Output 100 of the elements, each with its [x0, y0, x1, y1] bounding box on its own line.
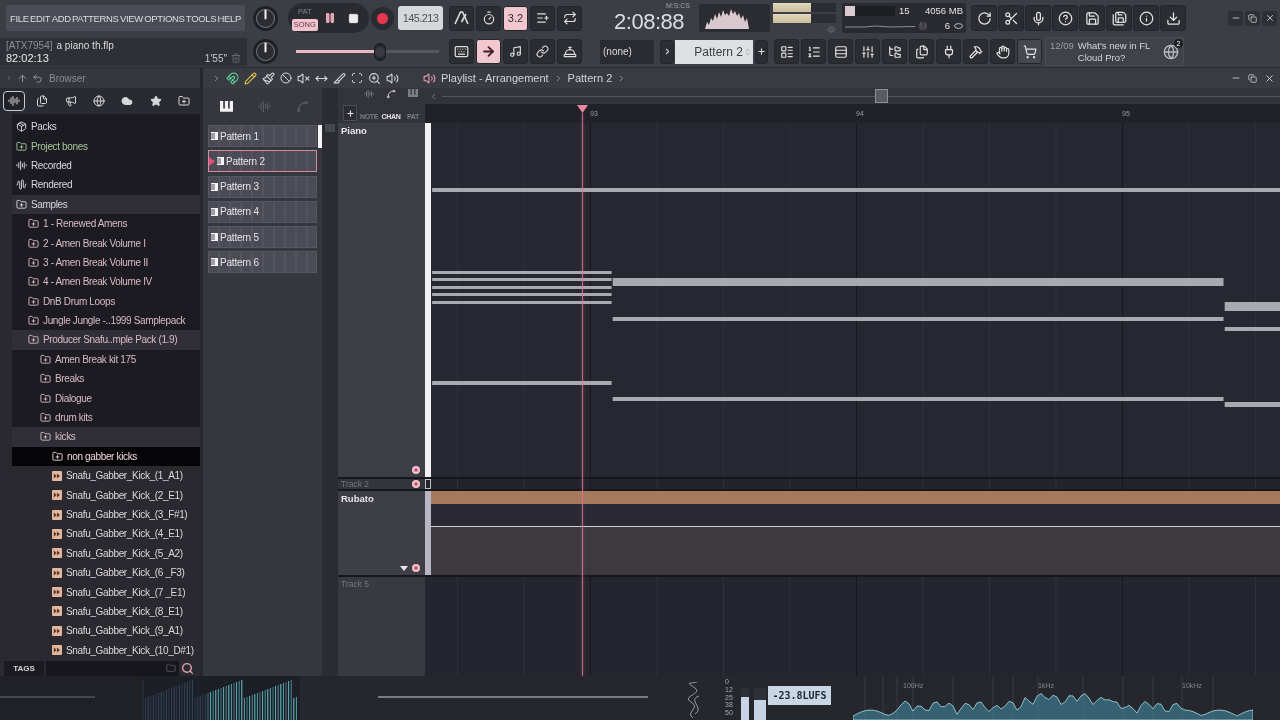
menu-item[interactable]: OPTIONS	[144, 12, 185, 24]
slider-thumb[interactable]	[374, 42, 387, 61]
search-button[interactable]	[181, 661, 194, 675]
pattern-item[interactable]: Pattern 6	[208, 251, 318, 274]
scan-icon[interactable]	[351, 72, 363, 84]
browser-item[interactable]: Recorded	[12, 155, 200, 176]
pattern-item[interactable]: Pattern 1	[208, 125, 318, 147]
tags-button[interactable]: TAGS	[4, 660, 44, 676]
mute-icon[interactable]	[297, 71, 310, 85]
piano-roll-button[interactable]	[801, 39, 826, 64]
add-pattern-button[interactable]	[755, 39, 768, 64]
browser-button[interactable]	[882, 39, 907, 64]
menu-item[interactable]: TOOLS	[185, 12, 217, 24]
arrow-up-icon[interactable]	[17, 72, 28, 84]
countdown-button[interactable]: 3.2	[503, 5, 528, 31]
loop-button[interactable]	[557, 5, 582, 31]
browser-item[interactable]: Packs	[12, 117, 200, 137]
keyboard-button[interactable]	[449, 39, 474, 64]
project-files-button[interactable]	[909, 39, 934, 64]
menu-item[interactable]: FILE	[10, 12, 29, 24]
caret-right-icon[interactable]	[212, 73, 221, 83]
menu-item[interactable]: HELP	[217, 12, 241, 24]
mixer-button[interactable]	[855, 39, 880, 64]
scroll-thumb[interactable]	[318, 125, 322, 148]
refresh-button[interactable]	[971, 5, 997, 31]
speaker-icon[interactable]	[423, 71, 436, 85]
browser-item[interactable]: kicks	[12, 427, 200, 447]
bell-button[interactable]	[557, 39, 582, 64]
info-button[interactable]	[1133, 5, 1159, 31]
arrow-button[interactable]	[476, 39, 501, 64]
slice-icon[interactable]	[333, 71, 346, 85]
plugin-button[interactable]	[936, 39, 961, 64]
browser-item[interactable]: 2 - Amen Break Volume I	[12, 233, 200, 253]
pattern-selector[interactable]: Pattern 2	[675, 39, 753, 64]
menu-item[interactable]: ADD	[51, 12, 71, 24]
browser-item[interactable]: 4 - Amen Break Volume IV	[12, 272, 200, 292]
step-edit-button[interactable]	[530, 5, 555, 31]
volume-knob[interactable]	[253, 5, 278, 31]
minimize-button[interactable]	[1228, 10, 1243, 26]
menu-item[interactable]: PATTERNS	[72, 12, 119, 24]
browser-tab[interactable]	[3, 91, 25, 111]
save-button[interactable]	[1079, 5, 1105, 31]
paintbrush-icon[interactable]	[262, 71, 275, 85]
pattern-item[interactable]: Pattern 3	[208, 175, 318, 198]
browser-item[interactable]: drum kits	[12, 407, 200, 428]
microphone-button[interactable]	[1025, 5, 1051, 31]
back-icon[interactable]	[32, 72, 43, 84]
browser-item[interactable]: Snafu_Gabber_Kick_(2_E1)	[12, 485, 200, 505]
browser-item[interactable]: Dialogue	[12, 388, 200, 408]
browser-item[interactable]: Snafu_Gabber_Kick_(8_E1)	[12, 601, 200, 622]
channel-rack-button[interactable]	[828, 39, 853, 64]
browser-item[interactable]: 1 - Renewed Amens	[12, 213, 200, 234]
browser-item[interactable]: Snafu_Gabber_Kick_(9_A1)	[12, 621, 200, 641]
scroll-left-icon[interactable]	[429, 91, 438, 101]
snap-dropdown[interactable]: (none)	[600, 39, 654, 64]
browser-item[interactable]: Snafu_Gabber_Kick_(7 _E1)	[12, 582, 200, 602]
browser-item[interactable]: Snafu_Gabber_Kick_(6 _F3)	[12, 563, 200, 583]
menu-item[interactable]: EDIT	[30, 12, 51, 24]
playlist-button[interactable]	[774, 39, 799, 64]
browser-item[interactable]: Snafu_Gabber_Kick_(10_D#1)	[12, 640, 200, 660]
horizontal-scrollbar[interactable]	[442, 89, 1280, 103]
browser-item[interactable]: Snafu_Gabber_Kick_(1_A1)	[12, 466, 200, 486]
browser-item[interactable]: Snafu_Gabber_Kick_(5_A2)	[12, 543, 200, 563]
record-button[interactable]	[371, 6, 394, 30]
browser-item[interactable]: non gabber kicks	[12, 446, 200, 467]
speaker-icon[interactable]	[386, 71, 399, 85]
tempo-display[interactable]: 145.213	[398, 6, 443, 30]
note-button[interactable]	[503, 39, 528, 64]
shop-button[interactable]	[1017, 39, 1042, 64]
add-track-button[interactable]	[343, 105, 357, 121]
cut-button[interactable]	[998, 5, 1024, 31]
browser-item[interactable]: Breaks	[12, 369, 200, 389]
pattern-item[interactable]: Pattern 2	[208, 150, 318, 173]
export-button[interactable]	[1106, 5, 1132, 31]
browser-item[interactable]: Snafu_Gabber_Kick_(4_E1)	[12, 524, 200, 544]
browser-item[interactable]: 3 - Amen Break Volume II	[12, 252, 200, 273]
next-button[interactable]	[660, 39, 674, 64]
scroll-thumb[interactable]	[875, 89, 888, 103]
browser-item[interactable]: Amen Break kit 175	[12, 349, 200, 370]
help-button[interactable]	[1052, 5, 1078, 31]
ban-icon[interactable]	[280, 72, 292, 84]
download-button[interactable]	[1160, 5, 1186, 31]
close-button[interactable]	[1262, 10, 1277, 26]
timer-button[interactable]	[476, 5, 501, 31]
link-button[interactable]	[530, 39, 555, 64]
hand-button[interactable]	[990, 39, 1015, 64]
browser-item[interactable]: Samples	[12, 194, 200, 214]
pattern-item[interactable]: Pattern 4	[208, 200, 318, 223]
current-pattern[interactable]: Pattern 2	[567, 72, 613, 84]
magnet-icon[interactable]	[226, 71, 239, 85]
browser-item[interactable]: Snafu_Gabber_Kick_(3_F#1)	[12, 504, 200, 525]
browser-item[interactable]: Rendered	[12, 175, 200, 195]
browser-item[interactable]: Producer Snafu..mple Pack (1.9)	[12, 330, 200, 350]
tag-search-field[interactable]	[46, 660, 179, 676]
zoom-icon[interactable]	[368, 71, 381, 85]
pitch-knob[interactable]	[253, 39, 278, 64]
hammer-button[interactable]	[963, 39, 988, 64]
restore-button[interactable]	[1245, 10, 1260, 26]
metronome-button[interactable]	[449, 5, 474, 31]
pencil-icon[interactable]	[244, 71, 257, 85]
